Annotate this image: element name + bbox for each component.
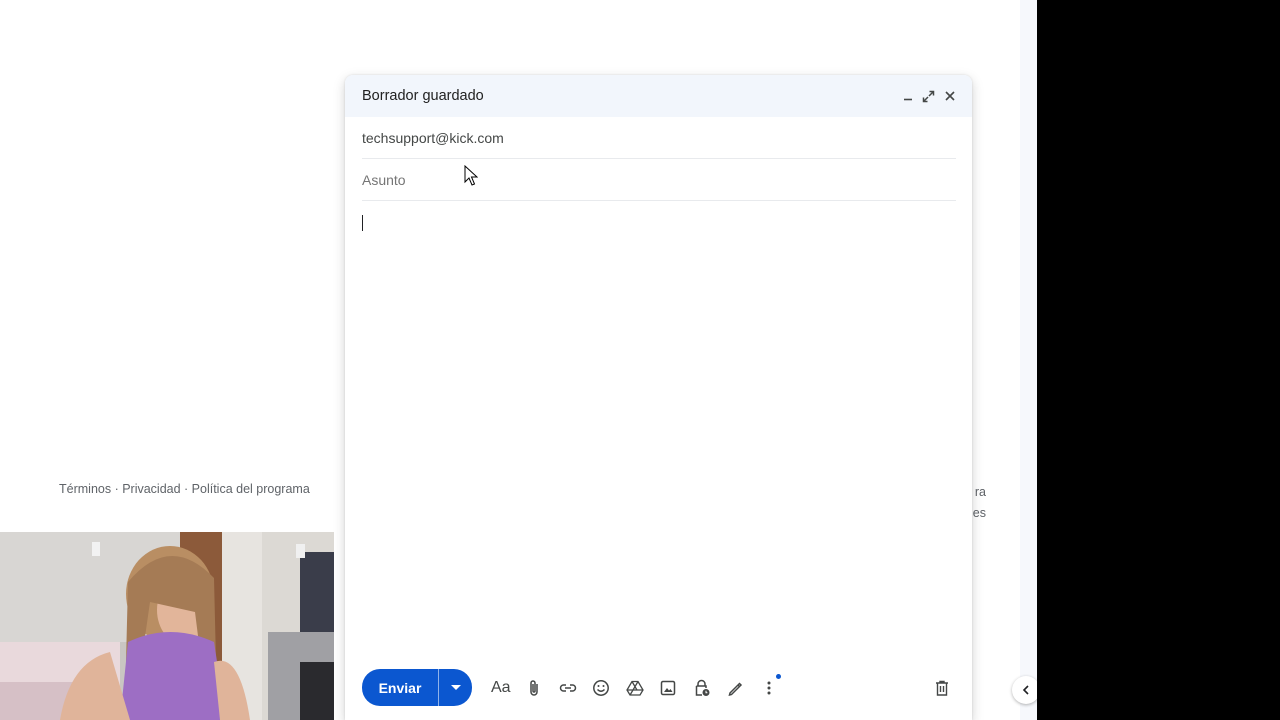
pen-icon — [728, 681, 743, 696]
side-panel-strip — [1020, 0, 1037, 720]
compose-window: Borrador guardado techsupport@kick.com A… — [345, 75, 972, 720]
full-screen-button[interactable] — [918, 86, 939, 107]
expand-icon — [922, 90, 935, 102]
black-bar — [1037, 0, 1280, 720]
formatting-options-button[interactable]: Aa — [484, 673, 518, 703]
confidential-mode-button[interactable] — [685, 673, 719, 703]
webcam-overlay — [0, 532, 334, 720]
footer-links-text[interactable]: Términos · Privacidad · Política del pro… — [59, 482, 310, 496]
text-caret — [362, 215, 363, 231]
attach-files-button[interactable] — [518, 673, 552, 703]
compose-header[interactable]: Borrador guardado — [345, 75, 972, 117]
formatting-label: Aa — [490, 678, 511, 696]
insert-link-button[interactable] — [551, 673, 585, 703]
subject-input[interactable] — [362, 171, 956, 188]
webcam-image — [0, 532, 334, 720]
to-field[interactable]: techsupport@kick.com — [362, 117, 956, 159]
side-panel-toggle-button[interactable] — [1012, 676, 1040, 704]
more-vert-icon — [767, 681, 771, 694]
compose-toolbar: Enviar Aa — [362, 669, 959, 706]
notification-dot — [775, 673, 781, 679]
emoji-icon — [593, 679, 610, 696]
send-button[interactable]: Enviar — [362, 669, 438, 706]
minimize-icon — [903, 98, 912, 101]
mouse-pointer-icon — [464, 165, 478, 186]
chevron-left-icon — [1022, 685, 1029, 695]
link-icon — [559, 683, 576, 692]
send-options-button[interactable] — [439, 669, 472, 706]
trash-icon — [936, 680, 949, 696]
insert-signature-button[interactable] — [719, 673, 753, 703]
minimize-button[interactable] — [897, 86, 918, 107]
subject-field[interactable] — [362, 159, 956, 201]
to-recipient[interactable]: techsupport@kick.com — [362, 130, 504, 146]
close-icon — [944, 91, 955, 101]
insert-from-drive-button[interactable] — [618, 673, 652, 703]
drive-icon — [625, 680, 644, 696]
discard-draft-button[interactable] — [926, 673, 960, 703]
lock-clock-icon — [695, 679, 710, 696]
image-icon — [661, 680, 676, 695]
insert-emoji-button[interactable] — [585, 673, 619, 703]
insert-photo-button[interactable] — [652, 673, 686, 703]
compose-title: Borrador guardado — [362, 88, 484, 104]
close-button[interactable] — [939, 86, 960, 107]
screen: Términos · Privacidad · Política del pro… — [0, 0, 1280, 720]
footer-links: Términos · Privacidad · Política del pro… — [59, 482, 310, 496]
caret-down-icon — [450, 684, 461, 690]
send-button-group: Enviar — [362, 669, 472, 706]
paperclip-icon — [530, 679, 538, 696]
more-options-button[interactable] — [752, 673, 786, 703]
message-body[interactable] — [362, 213, 956, 653]
